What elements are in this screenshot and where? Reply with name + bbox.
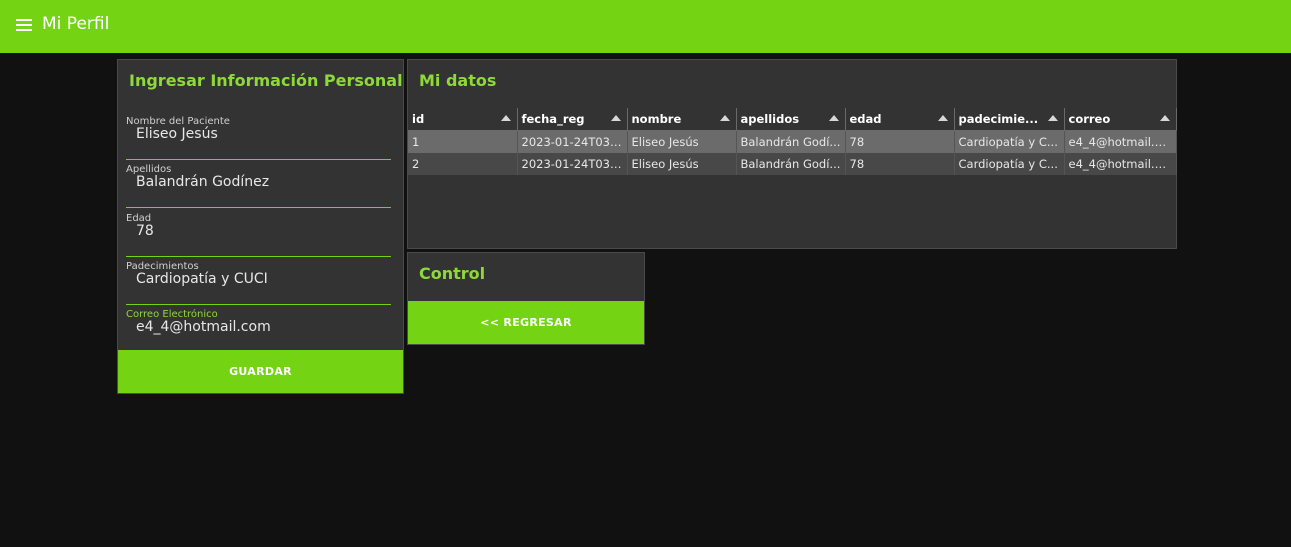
column-header-correo[interactable]: correo [1064,108,1177,131]
back-button[interactable]: << REGRESAR [408,301,644,344]
my-data-panel: Mi datos id fecha_reg nombre apellidos e… [407,59,1177,249]
email-input[interactable] [136,319,386,335]
column-header-id[interactable]: id [408,108,518,131]
table-cell: Balandrán Godí... [736,153,846,175]
table-cell: 78 [845,130,955,153]
table-cell: e4_4@hotmail.c... [1064,153,1177,175]
table-cell: 2023-01-24T03:... [517,153,628,175]
sort-ascending-icon [719,115,730,121]
sort-ascending-icon [937,115,948,121]
field-underline [126,304,391,305]
my-data-title: Mi datos [419,71,497,90]
surnames-input[interactable] [136,174,386,190]
table-cell: 1 [408,130,518,153]
sort-ascending-icon [828,115,839,121]
control-panel: Control << REGRESAR [407,252,645,345]
app-title: Mi Perfil [42,14,110,34]
table-cell: Cardiopatía y C... [954,153,1065,175]
control-title: Control [419,264,486,283]
column-header-apellidos[interactable]: apellidos [736,108,846,131]
column-header-nombre[interactable]: nombre [627,108,737,131]
column-header-fecha-reg[interactable]: fecha_reg [517,108,628,131]
save-button[interactable]: GUARDAR [118,350,403,393]
patient-name-input[interactable] [136,126,386,142]
column-header-label: fecha_reg [521,112,585,126]
personal-info-panel: Ingresar Información Personal Nombre del… [117,59,404,394]
table-cell: 2023-01-24T03:... [517,130,628,153]
table-row[interactable]: 1 2023-01-24T03:... Eliseo Jesús Balandr… [408,130,1177,153]
table-cell: e4_4@hotmail.c... [1064,130,1177,153]
column-header-label: nombre [631,112,682,126]
age-field[interactable]: Edad [126,213,391,257]
data-table: id fecha_reg nombre apellidos edad padec… [408,108,1177,175]
table-cell: 2 [408,153,518,175]
field-underline [126,207,391,208]
conditions-input[interactable] [136,271,386,287]
table-cell: Eliseo Jesús [627,153,737,175]
personal-info-title: Ingresar Información Personal [129,71,403,90]
column-header-label: edad [849,112,882,126]
sort-ascending-icon [610,115,621,121]
email-field[interactable]: Correo Electrónico [126,309,391,353]
table-cell: Cardiopatía y C... [954,130,1065,153]
column-header-label: apellidos [740,112,800,126]
field-underline [126,256,391,257]
top-app-bar: Mi Perfil [0,0,1291,53]
column-header-label: id [412,112,425,126]
table-header-row: id fecha_reg nombre apellidos edad padec… [408,108,1177,131]
column-header-label: padecimie... [958,112,1039,126]
hamburger-menu-icon[interactable] [16,19,32,31]
table-cell: 78 [845,153,955,175]
age-input[interactable] [136,223,386,239]
column-header-padecimientos[interactable]: padecimie... [954,108,1065,131]
table-cell: Eliseo Jesús [627,130,737,153]
column-header-edad[interactable]: edad [845,108,955,131]
conditions-field[interactable]: Padecimientos [126,261,391,305]
field-underline [126,159,391,160]
sort-ascending-icon [500,115,511,121]
sort-ascending-icon [1047,115,1058,121]
patient-name-field[interactable]: Nombre del Paciente [126,116,391,160]
table-row[interactable]: 2 2023-01-24T03:... Eliseo Jesús Balandr… [408,153,1177,175]
surnames-field[interactable]: Apellidos [126,164,391,208]
sort-ascending-icon [1159,115,1170,121]
column-header-label: correo [1068,112,1111,126]
table-cell: Balandrán Godí... [736,130,846,153]
